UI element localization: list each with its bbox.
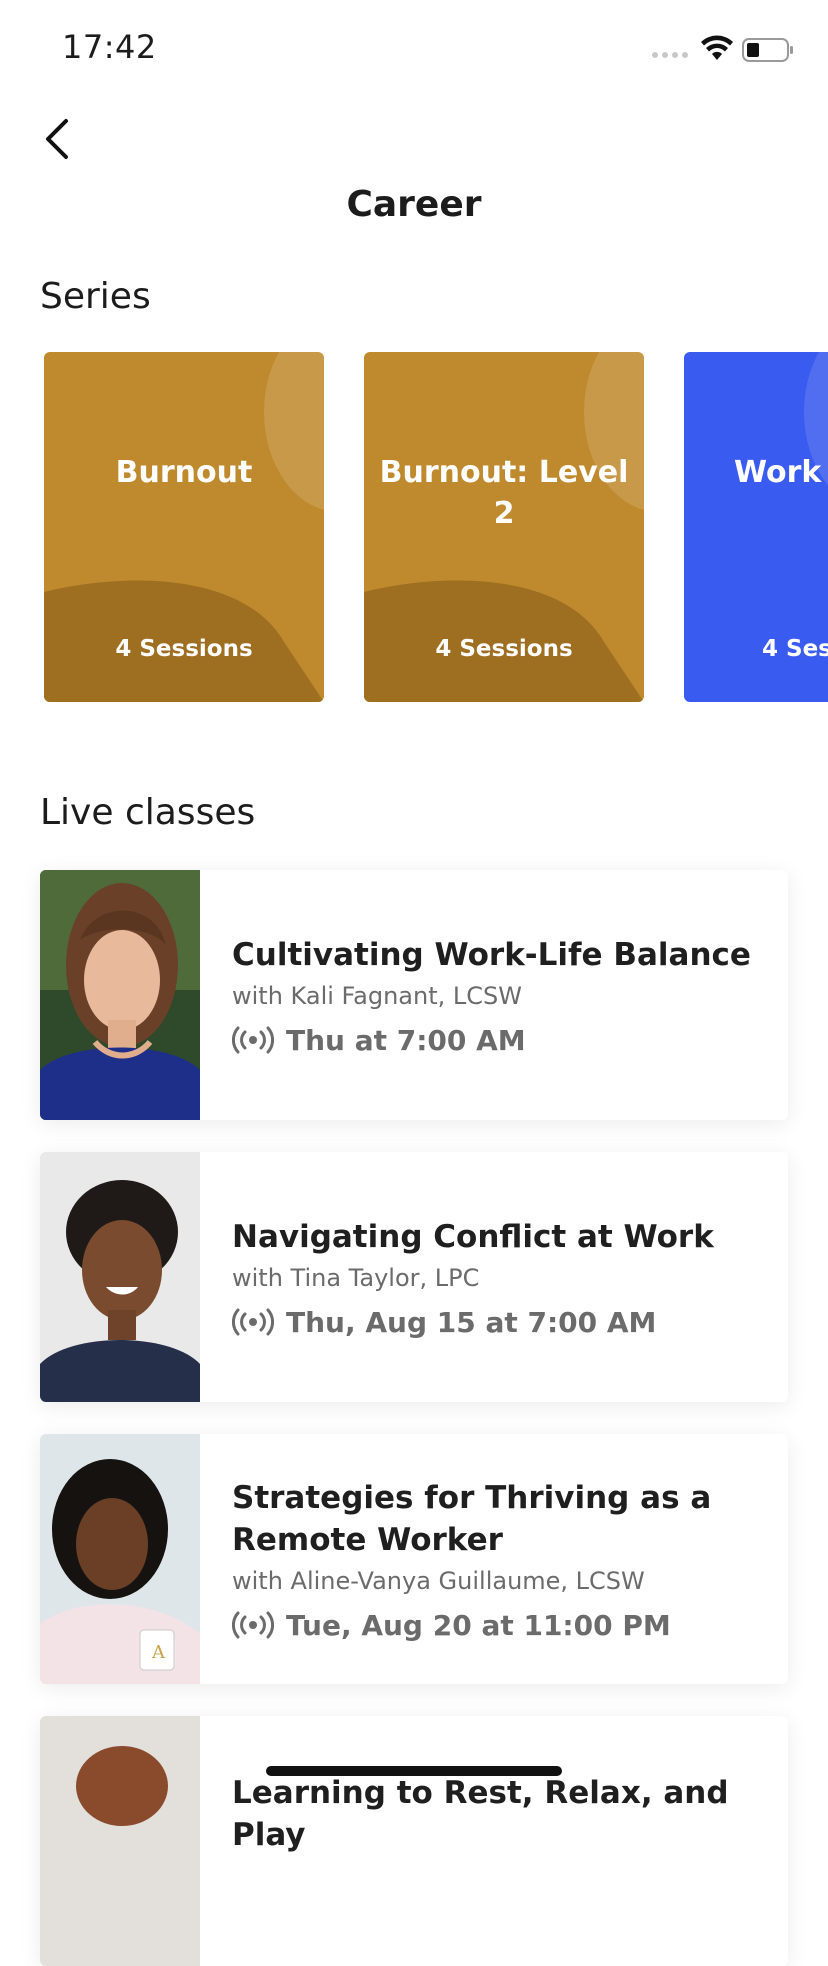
series-carousel[interactable]: Burnout 4 Sessions Burnout: Level 2 4 Se… [0,352,828,702]
instructor-photo: A [40,1434,200,1684]
instructor-photo [40,870,200,1120]
svg-text:A: A [151,1642,166,1663]
series-card-title: Burnout: Level 2 [379,455,629,531]
class-info: Navigating Conflict at Work with Tina Ta… [232,1152,768,1402]
live-class-card[interactable]: A Strategies for Thriving as a Remote Wo… [40,1434,788,1684]
class-title: Learning to Rest, Relax, and Play [232,1775,729,1853]
live-broadcast-icon [232,1611,274,1639]
status-bar: 17:42 [0,0,828,100]
class-time: Tue, Aug 20 at 11:00 PM [286,1608,671,1642]
series-card-sessions: 4 Sessions [435,636,573,662]
class-title: Navigating Conflict at Work [232,1218,714,1255]
instructor-photo [40,1152,200,1402]
live-class-card[interactable]: Navigating Conflict at Work with Tina Ta… [40,1152,788,1402]
class-time: Thu at 7:00 AM [286,1023,526,1057]
class-time-row: Tue, Aug 20 at 11:00 PM [232,1609,768,1642]
chevron-left-icon [46,119,68,159]
series-card-title: Work S [734,455,828,490]
page-title: Career [346,184,482,225]
status-time: 17:42 [62,28,157,66]
series-card-sessions: 4 Sessions [115,636,253,662]
series-card-burnout[interactable]: Burnout 4 Sessions [44,352,324,702]
battery-icon [742,38,793,62]
live-classes-heading: Live classes [40,792,256,833]
series-card-sessions: 4 Sess [762,636,828,662]
class-info: Strategies for Thriving as a Remote Work… [232,1434,768,1684]
class-time: Thu, Aug 15 at 7:00 AM [286,1305,657,1339]
home-indicator[interactable] [266,1766,562,1776]
series-heading: Series [40,276,151,317]
cellular-signal-icon [652,52,688,58]
wifi-icon [701,35,733,60]
live-broadcast-icon [232,1026,274,1054]
back-button[interactable] [36,112,76,166]
series-card-title: Burnout [115,455,253,490]
class-instructor: with Kali Fagnant, LCSW [232,981,522,1010]
series-card-burnout-level-2[interactable]: Burnout: Level 2 4 Sessions [364,352,644,702]
class-instructor: with Aline-Vanya Guillaume, LCSW [232,1566,645,1595]
live-class-card[interactable]: Cultivating Work-Life Balance with Kali … [40,870,788,1120]
live-broadcast-icon [232,1308,274,1336]
class-info: Learning to Rest, Relax, and Play [232,1716,768,1966]
instructor-photo [40,1716,200,1966]
class-title: Strategies for Thriving as a Remote Work… [232,1479,712,1558]
class-info: Cultivating Work-Life Balance with Kali … [232,870,768,1120]
live-class-card[interactable]: Learning to Rest, Relax, and Play [40,1716,788,1966]
class-instructor: with Tina Taylor, LPC [232,1263,480,1292]
class-title: Cultivating Work-Life Balance [232,936,751,973]
class-time-row: Thu at 7:00 AM [232,1024,768,1057]
class-time-row: Thu, Aug 15 at 7:00 AM [232,1306,768,1339]
series-card-work[interactable]: Work S 4 Sess [684,352,828,702]
